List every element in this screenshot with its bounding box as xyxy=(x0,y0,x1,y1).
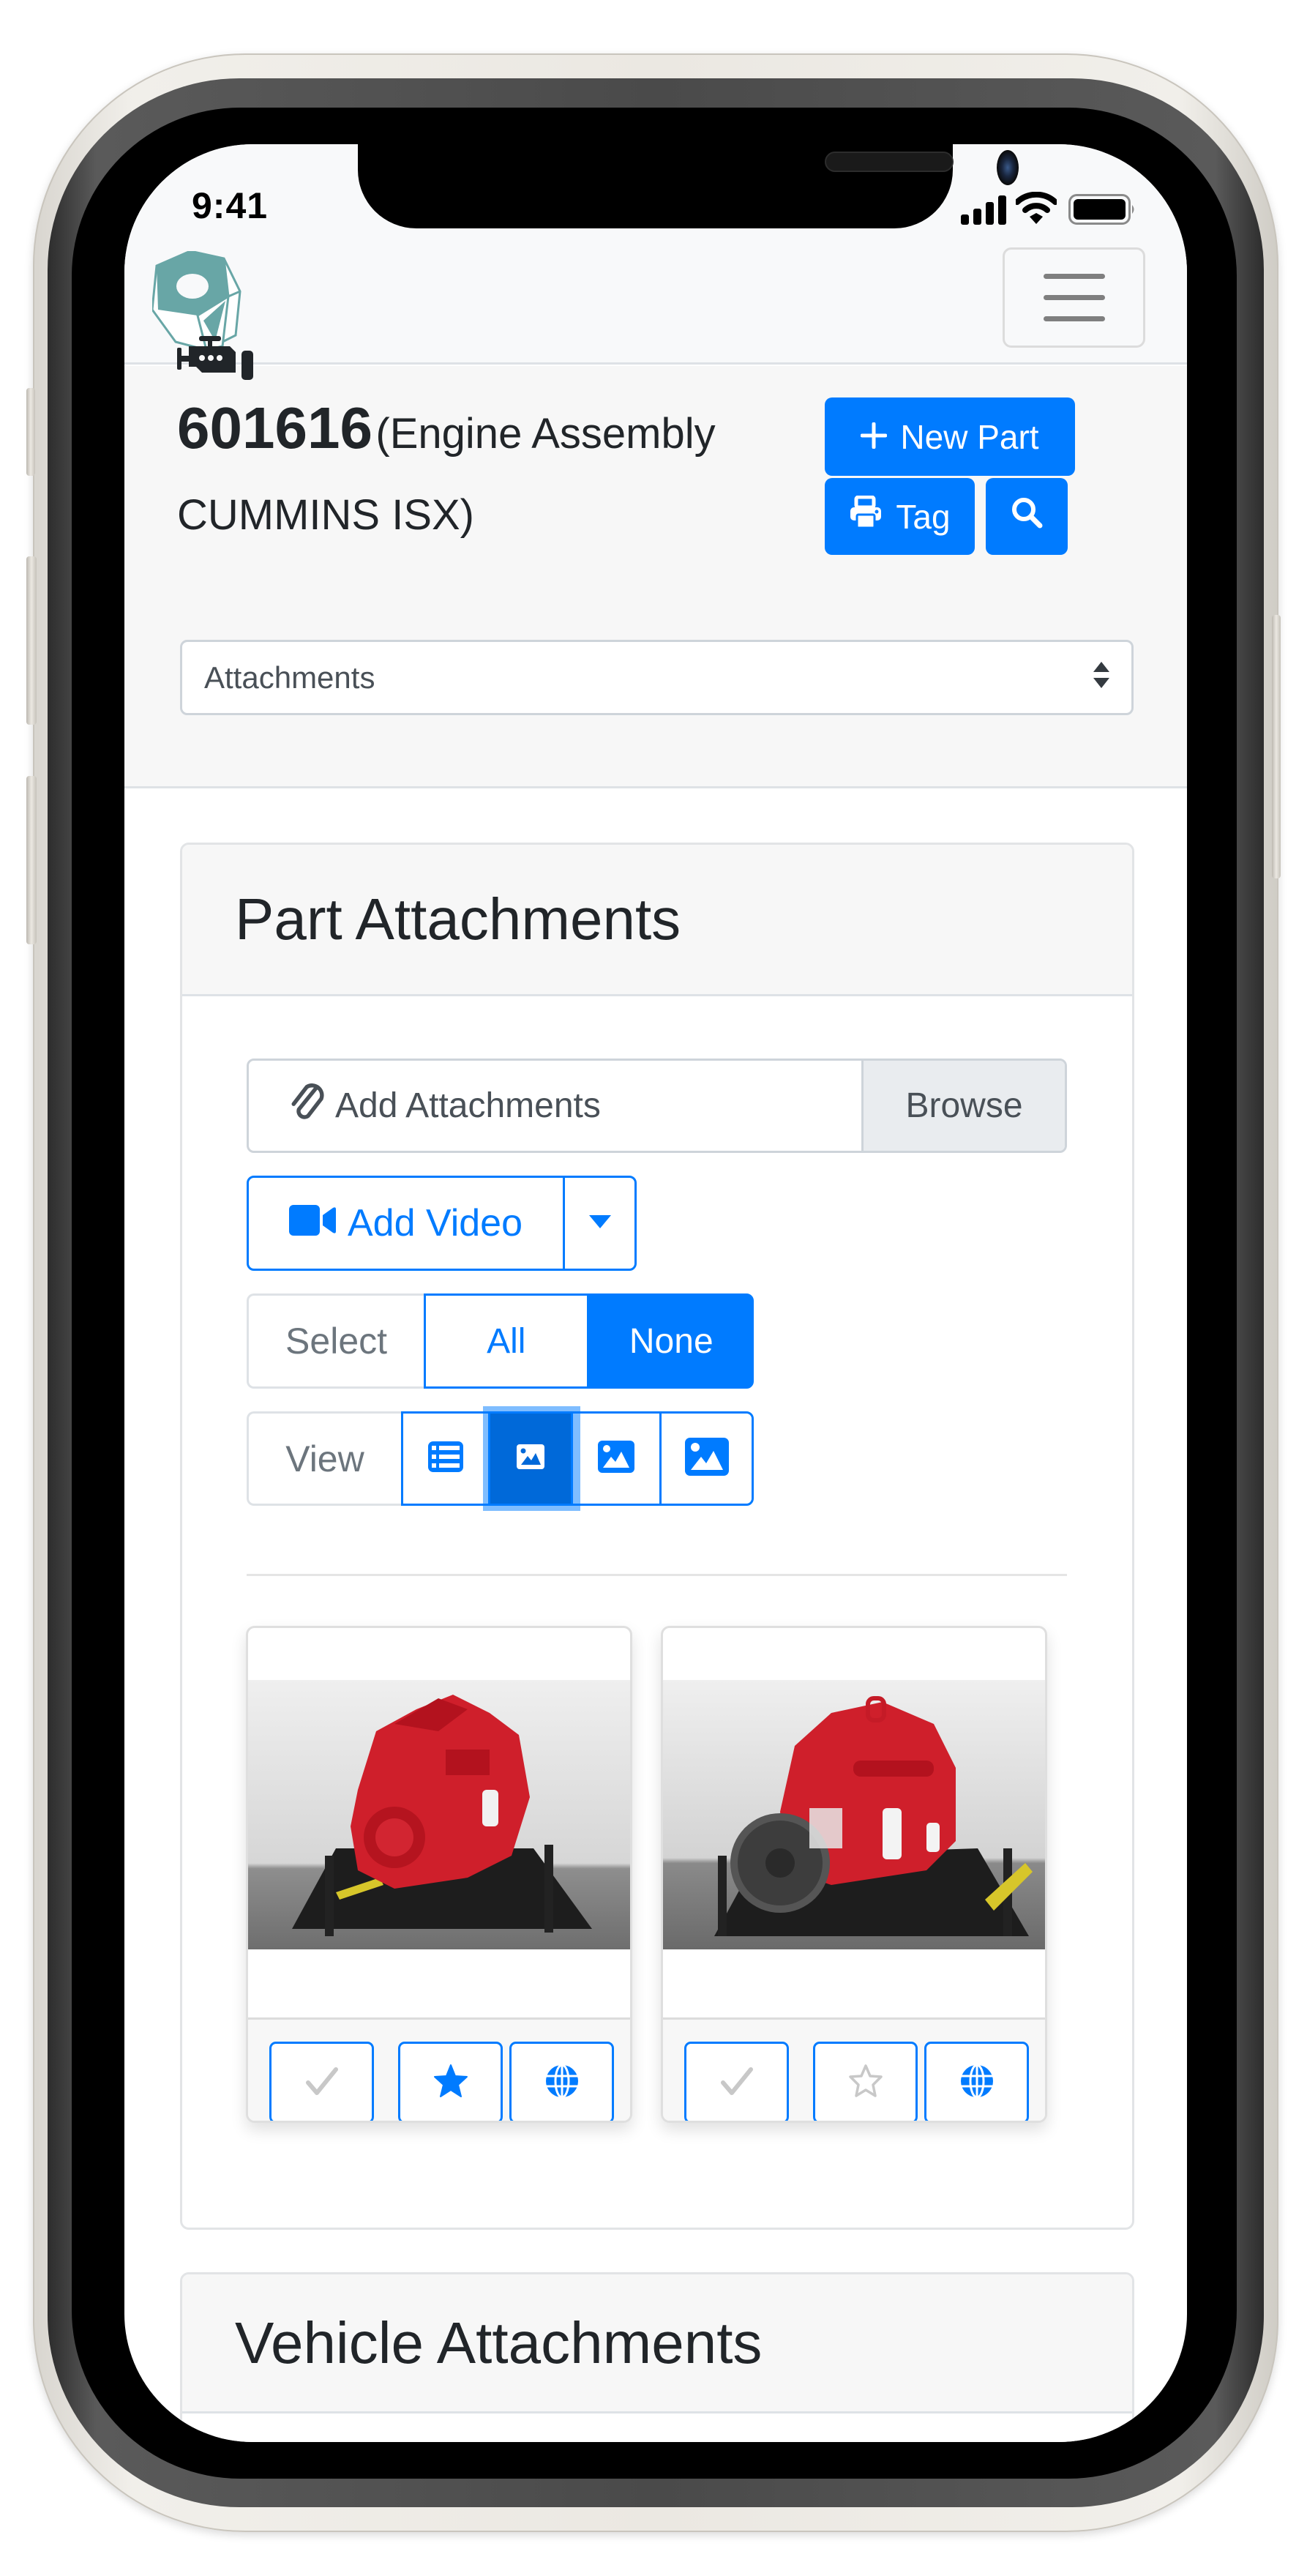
video-camera-icon xyxy=(288,1201,336,1245)
attachment-card-footer xyxy=(248,2017,630,2121)
view-list-button[interactable] xyxy=(403,1414,490,1504)
phone-screen: 9:41 601616 (Engine Assembly CUMMINS ISX… xyxy=(124,144,1187,2442)
view-small-thumbnails-button[interactable] xyxy=(490,1414,573,1504)
attachment-card xyxy=(661,1626,1047,2123)
add-attachments-placeholder: Add Attachments xyxy=(335,1086,601,1125)
list-icon xyxy=(428,1441,463,1476)
add-video-button-group: Add Video xyxy=(247,1176,637,1271)
select-attachment-button[interactable] xyxy=(269,2042,374,2121)
favorite-attachment-button[interactable] xyxy=(398,2042,503,2121)
attachment-image[interactable] xyxy=(248,1680,630,1949)
add-attachments-input[interactable]: Add Attachments Browse xyxy=(247,1059,1067,1153)
new-part-button[interactable]: New Part xyxy=(825,397,1075,476)
power-button xyxy=(1272,615,1281,878)
attachment-card xyxy=(246,1626,632,2123)
check-icon xyxy=(720,2067,754,2099)
front-camera xyxy=(997,150,1019,185)
speaker-grille xyxy=(825,152,954,172)
select-none-button[interactable]: None xyxy=(588,1293,754,1389)
plus-icon xyxy=(860,417,888,457)
attachment-image[interactable] xyxy=(663,1680,1045,1949)
favorite-attachment-button[interactable] xyxy=(813,2042,918,2121)
signal-icon xyxy=(961,195,1009,225)
part-number: 601616 xyxy=(177,395,372,460)
add-video-label: Add Video xyxy=(347,1202,523,1244)
select-arrows-icon xyxy=(1093,660,1109,695)
notch xyxy=(358,144,1019,228)
logo-icon[interactable] xyxy=(151,250,246,351)
status-time: 9:41 xyxy=(192,185,269,226)
hamburger-line xyxy=(1043,274,1105,279)
paperclip-icon xyxy=(287,1078,328,1135)
select-all-button[interactable]: All xyxy=(424,1293,589,1389)
attachment-card-footer xyxy=(663,2017,1045,2121)
add-video-button[interactable]: Add Video xyxy=(249,1178,565,1269)
part-attachments-title: Part Attachments xyxy=(182,845,1132,996)
view-options xyxy=(401,1411,754,1506)
search-button[interactable] xyxy=(986,478,1068,555)
divider xyxy=(247,1574,1067,1576)
globe-icon xyxy=(544,2064,580,2102)
new-part-label: New Part xyxy=(900,417,1039,456)
star-outline-icon xyxy=(848,2064,883,2102)
browse-button[interactable]: Browse xyxy=(861,1061,1065,1151)
image-icon-small xyxy=(517,1444,544,1473)
volume-up-button xyxy=(26,556,37,725)
file-input-label[interactable]: Add Attachments xyxy=(249,1061,861,1151)
select-label: Select xyxy=(247,1293,424,1389)
public-attachment-button[interactable] xyxy=(509,2042,614,2121)
view-label: View xyxy=(247,1411,401,1506)
search-icon xyxy=(1011,496,1043,537)
volume-down-button xyxy=(26,776,37,944)
print-tag-button[interactable]: Tag xyxy=(825,478,975,555)
wifi-icon xyxy=(1014,191,1058,224)
view-medium-thumbnails-button[interactable] xyxy=(573,1414,662,1504)
image-icon-medium xyxy=(598,1441,634,1476)
hamburger-line xyxy=(1043,295,1105,300)
section-select-value: Attachments xyxy=(204,660,375,695)
menu-toggle-button[interactable] xyxy=(1003,247,1145,348)
globe-icon xyxy=(959,2064,995,2102)
battery-icon xyxy=(1068,194,1136,225)
engine-icon xyxy=(177,336,256,380)
image-icon-large xyxy=(684,1438,729,1479)
select-button-group: Select All None xyxy=(247,1293,754,1389)
caret-down-icon xyxy=(588,1214,611,1232)
vehicle-attachments-panel: Vehicle Attachments xyxy=(180,2272,1134,2442)
view-button-group: View xyxy=(247,1411,754,1506)
public-attachment-button[interactable] xyxy=(924,2042,1029,2121)
view-large-thumbnails-button[interactable] xyxy=(662,1414,752,1504)
check-icon xyxy=(305,2067,339,2099)
add-video-dropdown-toggle[interactable] xyxy=(565,1178,634,1269)
part-title: 601616 (Engine Assembly CUMMINS ISX) xyxy=(177,393,806,561)
tag-label: Tag xyxy=(896,497,951,536)
select-attachment-button[interactable] xyxy=(684,2042,789,2121)
section-select[interactable]: Attachments xyxy=(180,640,1134,715)
hamburger-line xyxy=(1043,316,1105,321)
printer-icon xyxy=(849,495,883,537)
star-filled-icon xyxy=(433,2064,468,2102)
vehicle-attachments-title: Vehicle Attachments xyxy=(182,2274,1132,2413)
mute-switch xyxy=(26,388,35,476)
